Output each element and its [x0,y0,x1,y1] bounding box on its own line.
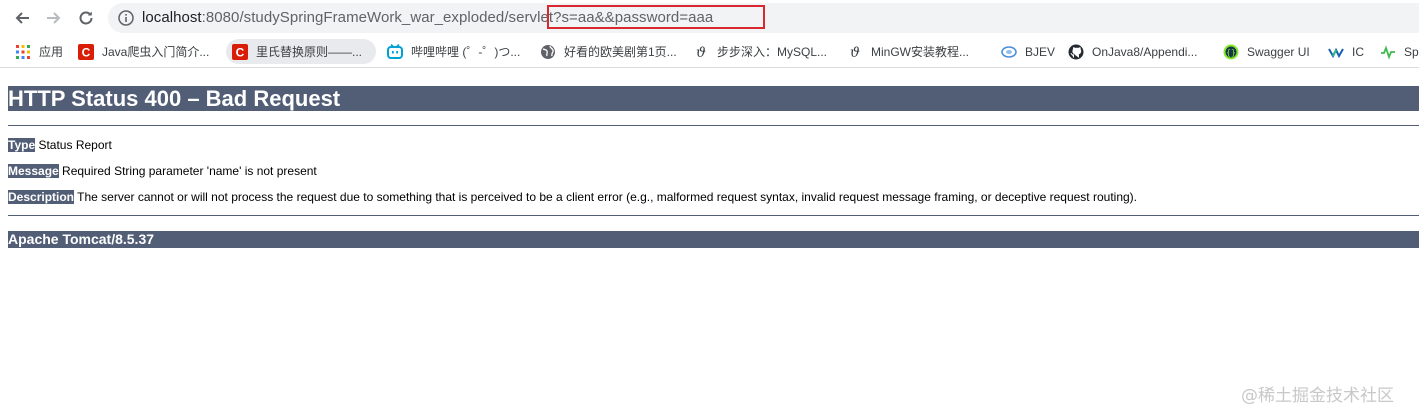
ic-icon [1328,44,1344,60]
bookmark-mingw[interactable]: ϑ MinGW安装教程... [841,39,975,64]
back-arrow-icon [15,12,29,24]
bilibili-icon [387,43,403,60]
spring-icon [1380,44,1396,60]
bookmark-label: IC [1352,44,1364,59]
forward-arrow-icon [47,12,61,24]
bookmark-onjava8[interactable]: OnJava8/Appendi... [1062,39,1203,64]
jianshu-icon: ϑ [693,44,709,60]
swagger-icon: {} [1223,44,1239,60]
bookmarks-bar: 应用 C Java爬虫入门简介... C 里氏替换原则——... 哔哩哔哩 (゜… [0,36,1419,68]
csdn-icon: C [232,43,248,60]
bookmark-label: Sp [1404,44,1419,59]
divider [8,125,1419,126]
divider [8,215,1419,216]
apps-grid-icon [15,44,31,60]
bookmark-label: 里氏替换原则——... [256,45,363,59]
url-path: :8080/studySpringFrameWork_war_exploded/… [201,9,554,26]
bookmark-bilibili[interactable]: 哔哩哔哩 (゜-゜)つ... [381,39,526,64]
bookmark-liskov[interactable]: C 里氏替换原则——... [226,39,376,64]
globe-icon [540,44,556,60]
bookmark-java-crawler[interactable]: C Java爬虫入门简介... [72,39,215,64]
query-highlight-box [547,5,765,29]
browser-toolbar: localhost:8080/studySpringFrameWork_war_… [0,0,1419,36]
type-row: Type Status Report [8,138,112,153]
message-value: Required String parameter 'name' is not … [58,164,317,178]
message-row: Message Required String parameter 'name'… [8,164,317,179]
back-button[interactable] [10,6,34,30]
svg-text:ϑ: ϑ [850,45,860,60]
url-host: localhost [142,9,202,26]
bookmark-label: 好看的欧美剧第1页... [564,45,677,59]
bookmark-label: OnJava8/Appendi... [1092,44,1198,59]
server-info: Apache Tomcat/8.5.37 [8,231,1419,248]
github-icon [1068,44,1084,60]
type-value: Status Report [35,138,112,152]
bookmark-label: 哔哩哔哩 (゜-゜)つ... [411,45,521,59]
bookmark-label: MinGW安装教程... [871,45,969,59]
description-value: The server cannot or will not process th… [74,190,1137,204]
svg-text:ϑ: ϑ [696,45,706,60]
bookmark-bjev[interactable]: BJEV [995,39,1061,64]
bookmark-label: 步步深入：MySQL... [717,45,828,59]
watermark-text: @稀土掘金技术社区 [1241,386,1394,406]
type-label: Type [8,138,36,152]
message-label: Message [8,164,59,178]
bookmark-tv-shows[interactable]: 好看的欧美剧第1页... [534,39,683,64]
bookmark-label: 应用 [39,45,64,59]
bookmark-spring[interactable]: Sp [1374,39,1419,64]
address-bar[interactable]: localhost:8080/studySpringFrameWork_war_… [108,3,1419,33]
info-icon[interactable] [118,10,134,26]
bookmark-label: Swagger UI [1247,44,1310,59]
bookmark-label: Java爬虫入门简介... [102,45,210,59]
bookmark-label: BJEV [1025,44,1056,59]
bookmark-swagger[interactable]: {} Swagger UI [1217,39,1316,64]
reload-button[interactable] [74,6,98,30]
bjev-icon [1001,44,1017,60]
description-row: Description The server cannot or will no… [8,190,1137,205]
bookmark-ic[interactable]: IC [1322,39,1370,64]
forward-button[interactable] [42,6,66,30]
reload-icon [79,11,93,25]
page-title: HTTP Status 400 – Bad Request [8,86,1419,111]
csdn-icon: C [78,43,94,60]
svg-text:{}: {} [1226,48,1236,57]
svg-text:C: C [236,45,245,59]
jianshu-icon: ϑ [847,44,863,60]
description-label: Description [8,190,75,204]
bookmark-mysql[interactable]: ϑ 步步深入：MySQL... [687,39,833,64]
bookmark-apps[interactable]: 应用 [9,39,69,64]
svg-text:C: C [82,45,91,59]
